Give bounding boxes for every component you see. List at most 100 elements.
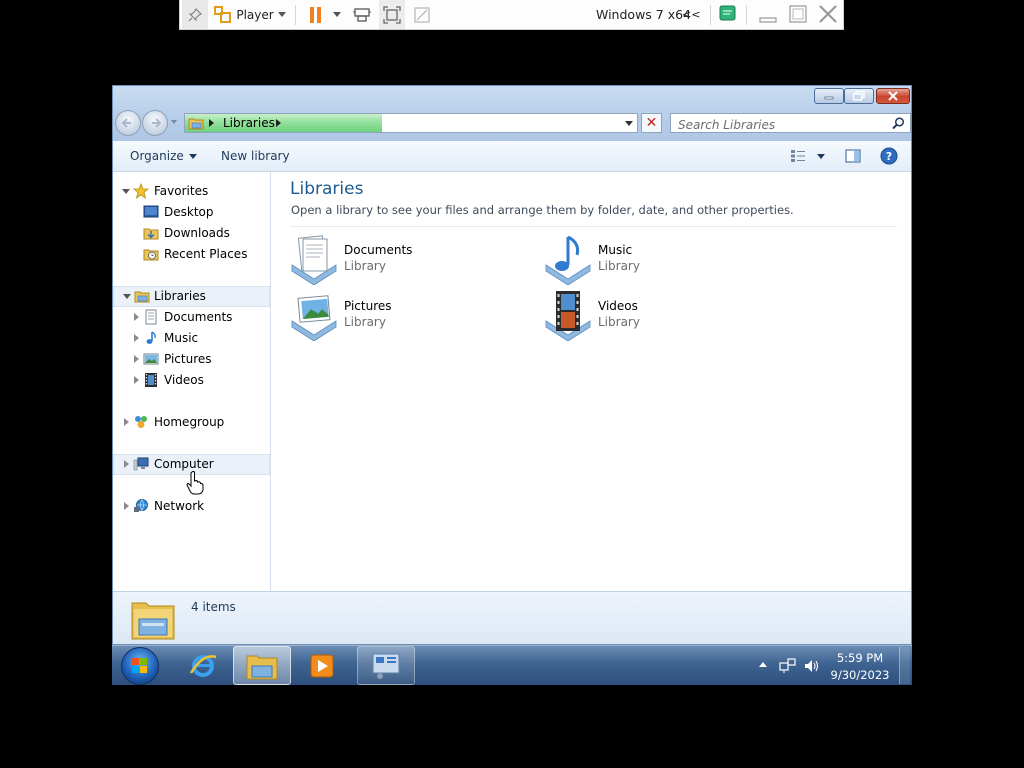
nav-music-label: Music bbox=[164, 331, 199, 345]
library-type: Library bbox=[598, 315, 640, 329]
expand-icon[interactable] bbox=[134, 313, 139, 321]
address-bar[interactable]: Libraries bbox=[184, 113, 638, 133]
nav-libraries[interactable]: Libraries bbox=[113, 286, 270, 307]
page-title: Libraries bbox=[290, 179, 364, 199]
windows-explorer-icon bbox=[246, 655, 278, 679]
change-view-button[interactable] bbox=[790, 141, 825, 171]
minimize-icon[interactable] bbox=[757, 3, 779, 25]
nav-music[interactable]: Music bbox=[113, 328, 270, 349]
media-player-icon bbox=[310, 654, 334, 677]
start-button[interactable] bbox=[121, 647, 159, 685]
vm-name: Windows 7 x64 bbox=[596, 7, 692, 22]
clock-date: 9/30/2023 bbox=[830, 668, 890, 682]
pause-menu-chevron-icon[interactable] bbox=[332, 0, 342, 29]
breadcrumb-separator-icon[interactable] bbox=[276, 119, 281, 127]
collapse-icon[interactable] bbox=[122, 189, 130, 194]
send-ctrl-alt-del-icon[interactable] bbox=[350, 0, 374, 29]
maximize-button[interactable] bbox=[844, 88, 874, 104]
nav-desktop[interactable]: Desktop bbox=[113, 202, 270, 223]
minimize-button[interactable] bbox=[814, 88, 844, 104]
desktop-icon bbox=[143, 205, 159, 218]
nav-favorites[interactable]: Favorites bbox=[113, 181, 270, 202]
chevron-down-icon bbox=[188, 153, 197, 159]
organize-button[interactable]: Organize bbox=[130, 141, 197, 171]
taskbar-media-player[interactable] bbox=[293, 646, 351, 685]
network-icon bbox=[134, 499, 148, 512]
system-clock[interactable]: 5:59 PM 9/30/2023 bbox=[828, 650, 892, 684]
expand-icon[interactable] bbox=[134, 355, 139, 363]
internet-explorer-icon bbox=[189, 654, 217, 677]
nav-pictures[interactable]: Pictures bbox=[113, 349, 270, 370]
close-icon: ✕ bbox=[645, 115, 658, 131]
taskbar-internet-explorer[interactable] bbox=[174, 646, 232, 685]
expand-icon[interactable] bbox=[124, 460, 129, 468]
player-menu-button[interactable]: Player bbox=[210, 0, 290, 29]
nav-pictures-label: Pictures bbox=[164, 352, 212, 366]
search-input[interactable] bbox=[671, 116, 881, 134]
library-videos[interactable]: Videos Library bbox=[544, 291, 744, 341]
search-icon[interactable] bbox=[892, 117, 905, 130]
nav-recent-places[interactable]: Recent Places bbox=[113, 244, 270, 265]
expand-icon[interactable] bbox=[124, 418, 129, 426]
chevron-down-icon[interactable] bbox=[817, 153, 825, 159]
nav-computer-label: Computer bbox=[154, 457, 214, 471]
recent-pages-chevron-icon[interactable] bbox=[171, 120, 177, 124]
nav-downloads[interactable]: Downloads bbox=[113, 223, 270, 244]
taskbar-remote-desktop[interactable] bbox=[357, 646, 415, 685]
breadcrumb-libraries[interactable]: Libraries bbox=[223, 114, 275, 132]
svg-text:?: ? bbox=[886, 150, 892, 163]
libraries-icon bbox=[188, 118, 204, 130]
pause-icon[interactable] bbox=[304, 0, 326, 29]
remote-desktop-icon bbox=[372, 653, 400, 679]
new-library-button[interactable]: New library bbox=[221, 141, 290, 171]
library-pictures[interactable]: Pictures Library bbox=[290, 291, 490, 341]
expand-icon[interactable] bbox=[124, 502, 129, 510]
library-name: Music bbox=[598, 243, 633, 257]
fullscreen-icon[interactable] bbox=[379, 0, 405, 29]
nav-documents[interactable]: Documents bbox=[113, 307, 270, 328]
address-progress bbox=[185, 114, 382, 132]
nav-documents-label: Documents bbox=[164, 310, 233, 324]
preview-pane-button[interactable] bbox=[845, 141, 861, 171]
expand-icon[interactable] bbox=[134, 376, 139, 384]
maximize-icon[interactable] bbox=[787, 3, 809, 25]
collapse-icon[interactable] bbox=[123, 294, 131, 299]
view-options-icon bbox=[791, 150, 805, 162]
title-bar: Libraries ✕ bbox=[113, 86, 911, 141]
nav-desktop-label: Desktop bbox=[164, 205, 214, 219]
notes-icon[interactable] bbox=[718, 3, 740, 25]
expand-icon[interactable] bbox=[134, 334, 139, 342]
nav-favorites-label: Favorites bbox=[154, 184, 209, 198]
explorer-window: Libraries ✕ Organize New library ? bbox=[112, 85, 912, 645]
nav-network[interactable]: Network bbox=[113, 496, 270, 517]
nav-videos[interactable]: Videos bbox=[113, 370, 270, 391]
help-button[interactable]: ? bbox=[880, 141, 898, 171]
music-icon bbox=[146, 331, 156, 344]
pictures-library-icon bbox=[291, 295, 337, 341]
pin-icon[interactable] bbox=[182, 0, 208, 29]
show-desktop-button[interactable] bbox=[899, 647, 910, 684]
volume-icon[interactable] bbox=[803, 658, 821, 674]
breadcrumb-separator-icon[interactable] bbox=[209, 119, 214, 127]
homegroup-icon bbox=[135, 416, 147, 428]
toolbar-divider bbox=[746, 5, 747, 25]
videos-library-icon bbox=[545, 291, 591, 341]
collapse-toolbar-button[interactable]: << bbox=[682, 0, 700, 29]
library-music[interactable]: Music Library bbox=[544, 235, 744, 285]
library-type: Library bbox=[598, 259, 640, 273]
forward-button[interactable] bbox=[142, 110, 168, 136]
address-dropdown-icon[interactable] bbox=[625, 121, 633, 126]
restore-icon bbox=[852, 91, 865, 101]
stop-loading-button[interactable]: ✕ bbox=[641, 113, 662, 133]
back-button[interactable] bbox=[115, 110, 141, 136]
library-documents[interactable]: Documents Library bbox=[290, 235, 490, 285]
unity-icon[interactable] bbox=[410, 0, 434, 29]
network-status-icon[interactable] bbox=[779, 658, 797, 674]
close-icon[interactable] bbox=[817, 3, 839, 25]
taskbar-windows-explorer[interactable] bbox=[233, 646, 291, 685]
nav-homegroup[interactable]: Homegroup bbox=[113, 412, 270, 433]
close-button[interactable] bbox=[876, 88, 910, 104]
search-box[interactable] bbox=[670, 113, 911, 134]
nav-network-label: Network bbox=[154, 499, 205, 513]
show-hidden-icons-icon[interactable] bbox=[759, 662, 767, 667]
